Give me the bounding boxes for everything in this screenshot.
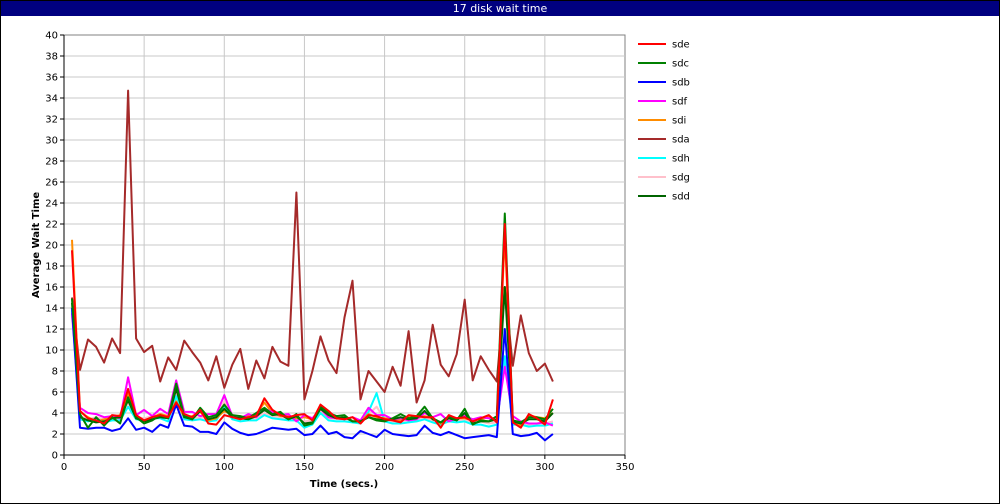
legend-label-sda: sda xyxy=(672,135,690,146)
x-axis-title: Time (secs.) xyxy=(310,479,379,490)
x-tick-label: 250 xyxy=(455,462,474,473)
y-tick-label: 32 xyxy=(45,115,58,126)
x-tick-label: 0 xyxy=(61,462,67,473)
y-tick-label: 18 xyxy=(45,262,58,273)
legend-label-sdf: sdf xyxy=(672,97,688,108)
x-tick-label: 350 xyxy=(615,462,634,473)
y-tick-label: 36 xyxy=(45,73,58,84)
y-tick-label: 12 xyxy=(45,325,58,336)
y-tick-label: 0 xyxy=(52,451,58,462)
legend-label-sdh: sdh xyxy=(672,154,690,165)
y-tick-label: 22 xyxy=(45,220,58,231)
y-tick-label: 20 xyxy=(45,241,58,252)
y-tick-label: 16 xyxy=(45,283,58,294)
legend-label-sdi: sdi xyxy=(672,116,686,127)
y-tick-label: 34 xyxy=(45,94,58,105)
x-tick-label: 200 xyxy=(375,462,394,473)
x-tick-label: 150 xyxy=(295,462,314,473)
legend-label-sdd: sdd xyxy=(672,192,690,203)
y-tick-label: 2 xyxy=(52,430,58,441)
y-axis-title: Average Wait Time xyxy=(31,192,42,299)
grid-lines xyxy=(64,35,625,455)
legend-label-sdg: sdg xyxy=(672,173,690,184)
x-tick-label: 50 xyxy=(138,462,151,473)
y-tick-label: 4 xyxy=(52,409,58,420)
y-tick-label: 28 xyxy=(45,157,58,168)
y-tick-label: 40 xyxy=(45,31,58,42)
x-tick-label: 100 xyxy=(215,462,234,473)
legend: sde sdc sdb sdf sdi sda sdh sdg sdd xyxy=(638,40,690,203)
legend-label-sdc: sdc xyxy=(672,59,689,70)
y-tick-label: 26 xyxy=(45,178,58,189)
y-tick-label: 14 xyxy=(45,304,58,315)
y-tick-label: 24 xyxy=(45,199,58,210)
chart-area: 02468101214161820222426283032343638400 50… xyxy=(31,31,690,491)
y-tick-label: 8 xyxy=(52,367,58,378)
y-tick-label: 6 xyxy=(52,388,58,399)
y-tick-label: 10 xyxy=(45,346,58,357)
x-tick-label: 300 xyxy=(535,462,554,473)
legend-label-sdb: sdb xyxy=(672,78,690,89)
legend-label-sde: sde xyxy=(672,40,690,51)
y-tick-label: 30 xyxy=(45,136,58,147)
y-tick-label: 38 xyxy=(45,52,58,63)
